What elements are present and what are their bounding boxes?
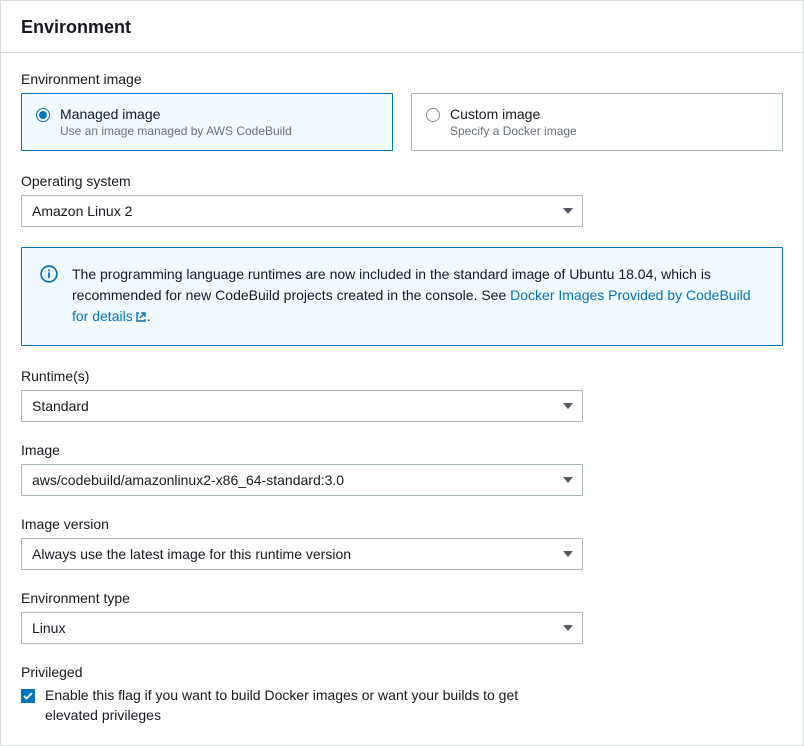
- custom-image-text: Custom image Specify a Docker image: [450, 106, 577, 138]
- image-label: Image: [21, 442, 583, 458]
- environment-image-group: Environment image Managed image Use an i…: [21, 71, 783, 151]
- runtime-select[interactable]: Standard: [21, 390, 583, 422]
- privileged-checkbox[interactable]: [21, 689, 35, 703]
- managed-image-option[interactable]: Managed image Use an image managed by AW…: [21, 93, 393, 151]
- env-type-group: Environment type Linux: [21, 590, 583, 644]
- os-label: Operating system: [21, 173, 583, 189]
- env-type-value: Linux: [32, 620, 65, 636]
- os-select[interactable]: Amazon Linux 2: [21, 195, 583, 227]
- managed-image-text: Managed image Use an image managed by AW…: [60, 106, 292, 138]
- info-icon: [40, 265, 58, 283]
- privileged-desc: Enable this flag if you want to build Do…: [45, 686, 565, 725]
- os-value: Amazon Linux 2: [32, 203, 132, 219]
- image-group: Image aws/codebuild/amazonlinux2-x86_64-…: [21, 442, 583, 496]
- runtime-info-alert: The programming language runtimes are no…: [21, 247, 783, 346]
- external-link-icon: [135, 308, 147, 329]
- image-version-group: Image version Always use the latest imag…: [21, 516, 583, 570]
- image-select[interactable]: aws/codebuild/amazonlinux2-x86_64-standa…: [21, 464, 583, 496]
- env-type-label: Environment type: [21, 590, 583, 606]
- info-text-2: .: [147, 308, 151, 324]
- panel-title: Environment: [21, 17, 783, 38]
- managed-image-title: Managed image: [60, 106, 292, 122]
- custom-image-option[interactable]: Custom image Specify a Docker image: [411, 93, 783, 151]
- runtime-value: Standard: [32, 398, 89, 414]
- radio-icon: [426, 108, 440, 122]
- privileged-label: Privileged: [21, 664, 783, 680]
- privileged-checkbox-row: Enable this flag if you want to build Do…: [21, 686, 783, 725]
- radio-icon: [36, 108, 50, 122]
- runtime-label: Runtime(s): [21, 368, 583, 384]
- panel-header: Environment: [1, 1, 803, 53]
- custom-image-title: Custom image: [450, 106, 577, 122]
- environment-image-label: Environment image: [21, 71, 783, 87]
- image-version-select[interactable]: Always use the latest image for this run…: [21, 538, 583, 570]
- image-version-value: Always use the latest image for this run…: [32, 546, 351, 562]
- environment-panel: Environment Environment image Managed im…: [0, 0, 804, 746]
- managed-image-desc: Use an image managed by AWS CodeBuild: [60, 124, 292, 138]
- os-group: Operating system Amazon Linux 2: [21, 173, 583, 227]
- custom-image-desc: Specify a Docker image: [450, 124, 577, 138]
- info-alert-text: The programming language runtimes are no…: [72, 264, 764, 329]
- image-value: aws/codebuild/amazonlinux2-x86_64-standa…: [32, 472, 344, 488]
- environment-image-options: Managed image Use an image managed by AW…: [21, 93, 783, 151]
- privileged-group: Privileged Enable this flag if you want …: [21, 664, 783, 725]
- env-type-select[interactable]: Linux: [21, 612, 583, 644]
- panel-body: Environment image Managed image Use an i…: [1, 53, 803, 745]
- image-version-label: Image version: [21, 516, 583, 532]
- runtime-group: Runtime(s) Standard: [21, 368, 583, 422]
